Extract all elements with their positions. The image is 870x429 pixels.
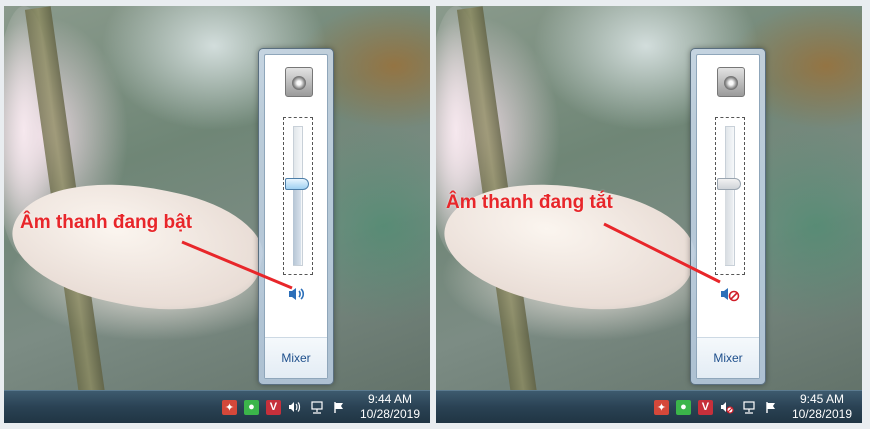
screenshot-panel-right: Mixer Âm thanh đang tắt ✦ ● V 9:45 AM 10… — [436, 6, 862, 423]
taskbar-clock[interactable]: 9:45 AM 10/28/2019 — [792, 392, 852, 422]
fire-icon[interactable]: ✦ — [653, 399, 669, 415]
clock-date: 10/28/2019 — [359, 407, 420, 421]
system-tray: ✦ ● V 9:44 AM 10/28/2019 — [221, 391, 420, 423]
flag-icon[interactable] — [764, 400, 779, 415]
chat-icon[interactable]: ● — [675, 399, 691, 415]
annotation-arrow — [603, 222, 721, 284]
taskbar-clock[interactable]: 9:44 AM 10/28/2019 — [360, 392, 420, 422]
annotation-arrow — [181, 240, 293, 290]
v-icon[interactable]: V — [265, 399, 281, 415]
chat-icon[interactable]: ● — [243, 399, 259, 415]
flag-icon[interactable] — [332, 400, 347, 415]
clock-time: 9:45 AM — [799, 392, 844, 406]
screenshot-panel-left: Mixer Âm thanh đang bật ✦ ● V 9:44 AM 10… — [4, 6, 430, 423]
network-icon[interactable] — [742, 400, 757, 415]
speaker-muted-icon[interactable] — [720, 400, 735, 415]
network-icon[interactable] — [310, 400, 325, 415]
taskbar: ✦ ● V 9:45 AM 10/28/2019 — [436, 390, 862, 423]
fire-icon[interactable]: ✦ — [221, 399, 237, 415]
v-icon[interactable]: V — [697, 399, 713, 415]
speaker-icon[interactable] — [288, 400, 303, 415]
taskbar: ✦ ● V 9:44 AM 10/28/2019 — [4, 390, 430, 423]
system-tray: ✦ ● V 9:45 AM 10/28/2019 — [653, 391, 852, 423]
clock-time: 9:44 AM — [367, 392, 412, 406]
clock-date: 10/28/2019 — [791, 407, 852, 421]
